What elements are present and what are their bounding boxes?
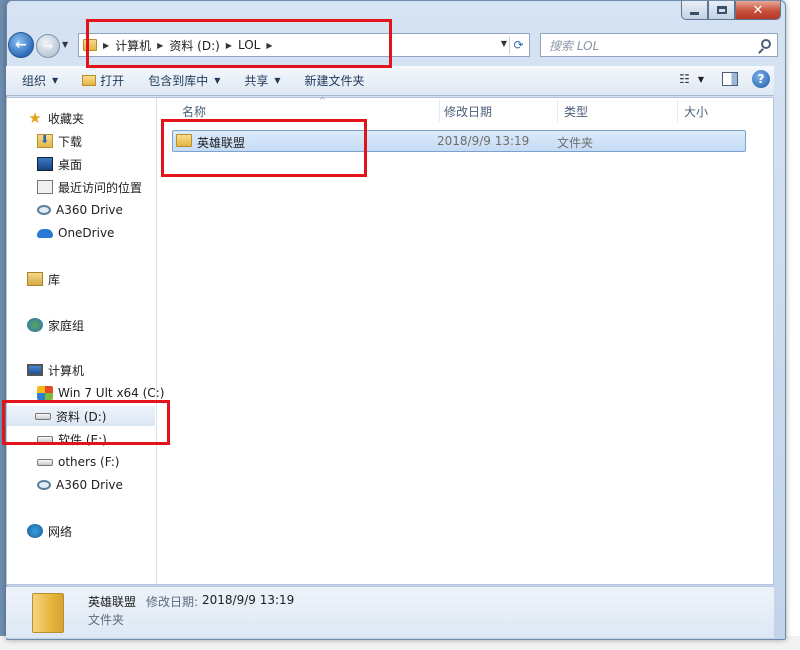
back-arrow-icon: ← xyxy=(15,37,27,53)
nav-item-label: OneDrive xyxy=(58,226,115,240)
nav-computer[interactable]: 计算机 xyxy=(27,360,84,380)
nav-network[interactable]: 网络 xyxy=(27,521,72,541)
details-modified-value: 2018/9/9 13:19 xyxy=(202,593,295,607)
nav-libraries[interactable]: 库 xyxy=(27,269,60,289)
nav-item-label: Win 7 Ult x64 (C:) xyxy=(58,386,165,400)
share-menu[interactable]: 共享 ▼ xyxy=(236,70,288,92)
open-folder-icon xyxy=(82,75,97,86)
minimize-button[interactable] xyxy=(681,1,708,20)
nav-item-label: others (F:) xyxy=(58,455,120,469)
search-placeholder: 搜索 LOL xyxy=(549,38,600,53)
details-type: 文件夹 xyxy=(88,613,125,627)
network-icon xyxy=(27,524,43,538)
nav-item-desktop[interactable]: 桌面 xyxy=(37,154,82,174)
nav-computer-label: 计算机 xyxy=(48,363,85,378)
close-icon: ✕ xyxy=(752,2,764,18)
main-content: ★ 收藏夹 下载 桌面 最近访问的位置 A360 Drive OneDrive 库… xyxy=(6,96,774,585)
back-button[interactable]: ← xyxy=(8,32,34,58)
nav-item-label: 最近访问的位置 xyxy=(58,180,143,195)
column-name-label: 名称 xyxy=(182,104,207,119)
a360-drive-icon xyxy=(37,480,51,490)
details-name: 英雄联盟 xyxy=(88,595,137,609)
maximize-icon xyxy=(716,6,727,14)
column-header-type[interactable]: 类型 xyxy=(564,100,678,122)
annotation-box-folder xyxy=(161,119,367,177)
column-modified-label: 修改日期 xyxy=(444,104,493,119)
file-type: 文件夹 xyxy=(557,136,594,150)
nav-item-onedrive[interactable]: OneDrive xyxy=(37,223,114,243)
organize-label: 组织 xyxy=(22,74,47,88)
star-icon: ★ xyxy=(28,109,42,127)
download-folder-icon xyxy=(37,133,53,148)
nav-item-drive-f[interactable]: others (F:) xyxy=(37,452,119,472)
hard-drive-icon xyxy=(37,458,53,466)
close-button[interactable]: ✕ xyxy=(735,1,781,20)
new-folder-label: 新建文件夹 xyxy=(304,74,365,88)
dropdown-arrow-icon: ▼ xyxy=(214,76,221,85)
nav-item-label: 下载 xyxy=(58,134,83,149)
help-icon[interactable]: ? xyxy=(752,70,770,88)
dropdown-arrow-icon: ▼ xyxy=(52,76,59,85)
onedrive-cloud-icon xyxy=(37,228,53,238)
nav-item-a360-pc[interactable]: A360 Drive xyxy=(37,475,123,495)
address-dropdown-icon[interactable]: ▼ xyxy=(501,39,507,48)
nav-item-recent[interactable]: 最近访问的位置 xyxy=(37,177,142,197)
nav-homegroup-label: 家庭组 xyxy=(48,318,85,333)
details-modified-label: 修改日期: xyxy=(146,595,199,609)
column-header-size[interactable]: 大小 xyxy=(684,100,764,122)
windows-drive-icon xyxy=(37,386,53,400)
preview-pane-icon[interactable] xyxy=(722,72,738,86)
organize-menu[interactable]: 组织 ▼ xyxy=(14,70,66,92)
file-modified: 2018/9/9 13:19 xyxy=(437,134,530,148)
nav-item-label: 桌面 xyxy=(58,157,83,172)
nav-favorites[interactable]: ★ 收藏夹 xyxy=(27,108,84,128)
nav-homegroup[interactable]: 家庭组 xyxy=(27,315,84,335)
nav-item-downloads[interactable]: 下载 xyxy=(37,131,82,151)
annotation-box-address xyxy=(86,19,392,68)
maximize-button[interactable] xyxy=(708,1,735,20)
command-bar: 组织 ▼ 打开 包含到库中 ▼ 共享 ▼ 新建文件夹 ☷ ▼ ? xyxy=(6,66,774,96)
view-dropdown-icon[interactable]: ▼ xyxy=(698,75,704,84)
toolbar-right: ☷ ▼ ? xyxy=(679,70,770,88)
a360-drive-icon xyxy=(37,205,51,215)
nav-item-a360-fav[interactable]: A360 Drive xyxy=(37,200,123,220)
nav-favorites-label: 收藏夹 xyxy=(48,111,85,126)
desktop-icon xyxy=(37,157,53,171)
include-in-library-menu[interactable]: 包含到库中 ▼ xyxy=(140,70,228,92)
nav-item-label: A360 Drive xyxy=(56,478,123,492)
include-in-library-label: 包含到库中 xyxy=(148,74,209,88)
column-size-label: 大小 xyxy=(684,104,709,119)
nav-network-label: 网络 xyxy=(48,524,73,539)
column-type-label: 类型 xyxy=(564,104,589,119)
change-view-icon[interactable]: ☷ xyxy=(679,72,690,86)
forward-arrow-icon: → xyxy=(42,39,54,53)
caption-buttons: ✕ xyxy=(681,1,781,20)
search-input[interactable]: 搜索 LOL xyxy=(540,33,778,57)
minimize-icon xyxy=(690,11,699,15)
open-label: 打开 xyxy=(100,74,125,88)
refresh-icon[interactable]: ⟳ xyxy=(509,36,527,54)
new-folder-button[interactable]: 新建文件夹 xyxy=(297,70,373,92)
computer-icon xyxy=(27,364,43,376)
search-icon[interactable] xyxy=(761,39,771,49)
navigation-pane: ★ 收藏夹 下载 桌面 最近访问的位置 A360 Drive OneDrive 库… xyxy=(7,98,164,584)
homegroup-icon xyxy=(27,318,43,332)
dropdown-arrow-icon: ▼ xyxy=(274,76,281,85)
nav-item-label: A360 Drive xyxy=(56,203,123,217)
details-pane: 英雄联盟 修改日期: 2018/9/9 13:19 文件夹 xyxy=(6,586,774,638)
nav-libraries-label: 库 xyxy=(48,272,61,287)
forward-button[interactable]: → xyxy=(36,34,60,58)
library-icon xyxy=(27,272,43,286)
large-folder-icon xyxy=(32,593,64,633)
recent-places-icon xyxy=(37,180,53,194)
recent-pages-dropdown[interactable]: ▼ xyxy=(62,40,68,49)
open-button[interactable]: 打开 xyxy=(74,70,132,92)
column-header-modified[interactable]: 修改日期 xyxy=(444,100,558,122)
annotation-box-drive xyxy=(2,400,170,445)
share-label: 共享 xyxy=(244,74,269,88)
sort-arrow-icon: ^ xyxy=(319,96,326,105)
